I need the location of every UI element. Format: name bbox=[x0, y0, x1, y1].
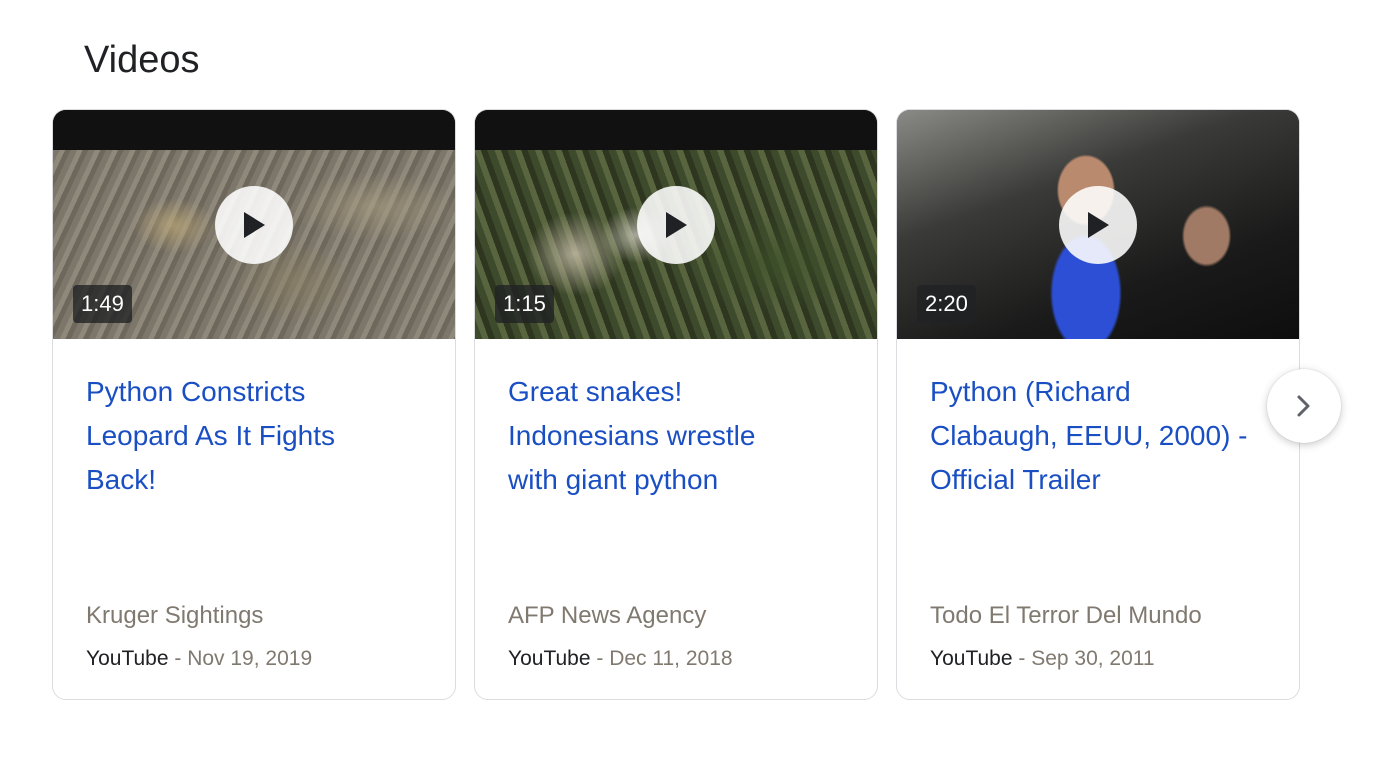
section-title: Videos bbox=[84, 39, 200, 81]
video-source: YouTube bbox=[508, 647, 591, 670]
video-card-body: Python Constricts Leopard As It Fights B… bbox=[86, 370, 435, 699]
play-icon bbox=[666, 212, 687, 238]
play-button[interactable] bbox=[1059, 186, 1137, 264]
carousel-next-button[interactable] bbox=[1267, 369, 1341, 443]
video-cards: 1:49 Python Constricts Leopard As It Fig… bbox=[52, 109, 1300, 700]
duration-badge: 1:49 bbox=[73, 285, 132, 323]
duration-badge: 2:20 bbox=[917, 285, 976, 323]
video-meta: YouTube - Dec 11, 2018 bbox=[508, 644, 733, 674]
letterbox-bar bbox=[53, 110, 455, 150]
meta-separator: - bbox=[1012, 647, 1032, 670]
video-date: Sep 30, 2011 bbox=[1031, 647, 1155, 670]
video-source: YouTube bbox=[86, 647, 169, 670]
letterbox-bar bbox=[475, 110, 877, 150]
video-source: YouTube bbox=[930, 647, 1013, 670]
video-card-body: Python (Richard Clabaugh, EEUU, 2000) - … bbox=[930, 370, 1279, 699]
play-icon bbox=[244, 212, 265, 238]
play-icon bbox=[1088, 212, 1109, 238]
video-date: Nov 19, 2019 bbox=[187, 647, 313, 670]
video-title-link[interactable]: Great snakes! Indonesians wrestle with g… bbox=[508, 370, 857, 502]
video-channel: Todo El Terror Del Mundo bbox=[930, 602, 1202, 629]
video-thumbnail[interactable]: 1:15 bbox=[475, 110, 877, 339]
video-channel: Kruger Sightings bbox=[86, 602, 264, 629]
video-channel: AFP News Agency bbox=[508, 602, 707, 629]
video-meta: YouTube - Nov 19, 2019 bbox=[86, 644, 312, 674]
video-card[interactable]: 1:15 Great snakes! Indonesians wrestle w… bbox=[474, 109, 878, 700]
video-card[interactable]: 1:49 Python Constricts Leopard As It Fig… bbox=[52, 109, 456, 700]
meta-separator: - bbox=[590, 647, 610, 670]
video-title-link[interactable]: Python Constricts Leopard As It Fights B… bbox=[86, 370, 435, 502]
video-thumbnail[interactable]: 1:49 bbox=[53, 110, 455, 339]
play-button[interactable] bbox=[637, 186, 715, 264]
play-button[interactable] bbox=[215, 186, 293, 264]
video-card[interactable]: 2:20 Python (Richard Clabaugh, EEUU, 200… bbox=[896, 109, 1300, 700]
meta-separator: - bbox=[168, 647, 188, 670]
video-thumbnail[interactable]: 2:20 bbox=[897, 110, 1299, 339]
videos-carousel-page: Videos 1:49 Python Constricts Leopard As… bbox=[0, 0, 1400, 777]
video-title-link[interactable]: Python (Richard Clabaugh, EEUU, 2000) - … bbox=[930, 370, 1279, 502]
video-card-body: Great snakes! Indonesians wrestle with g… bbox=[508, 370, 857, 699]
duration-badge: 1:15 bbox=[495, 285, 554, 323]
video-date: Dec 11, 2018 bbox=[609, 647, 733, 670]
chevron-right-icon bbox=[1297, 395, 1310, 417]
video-meta: YouTube - Sep 30, 2011 bbox=[930, 644, 1155, 674]
